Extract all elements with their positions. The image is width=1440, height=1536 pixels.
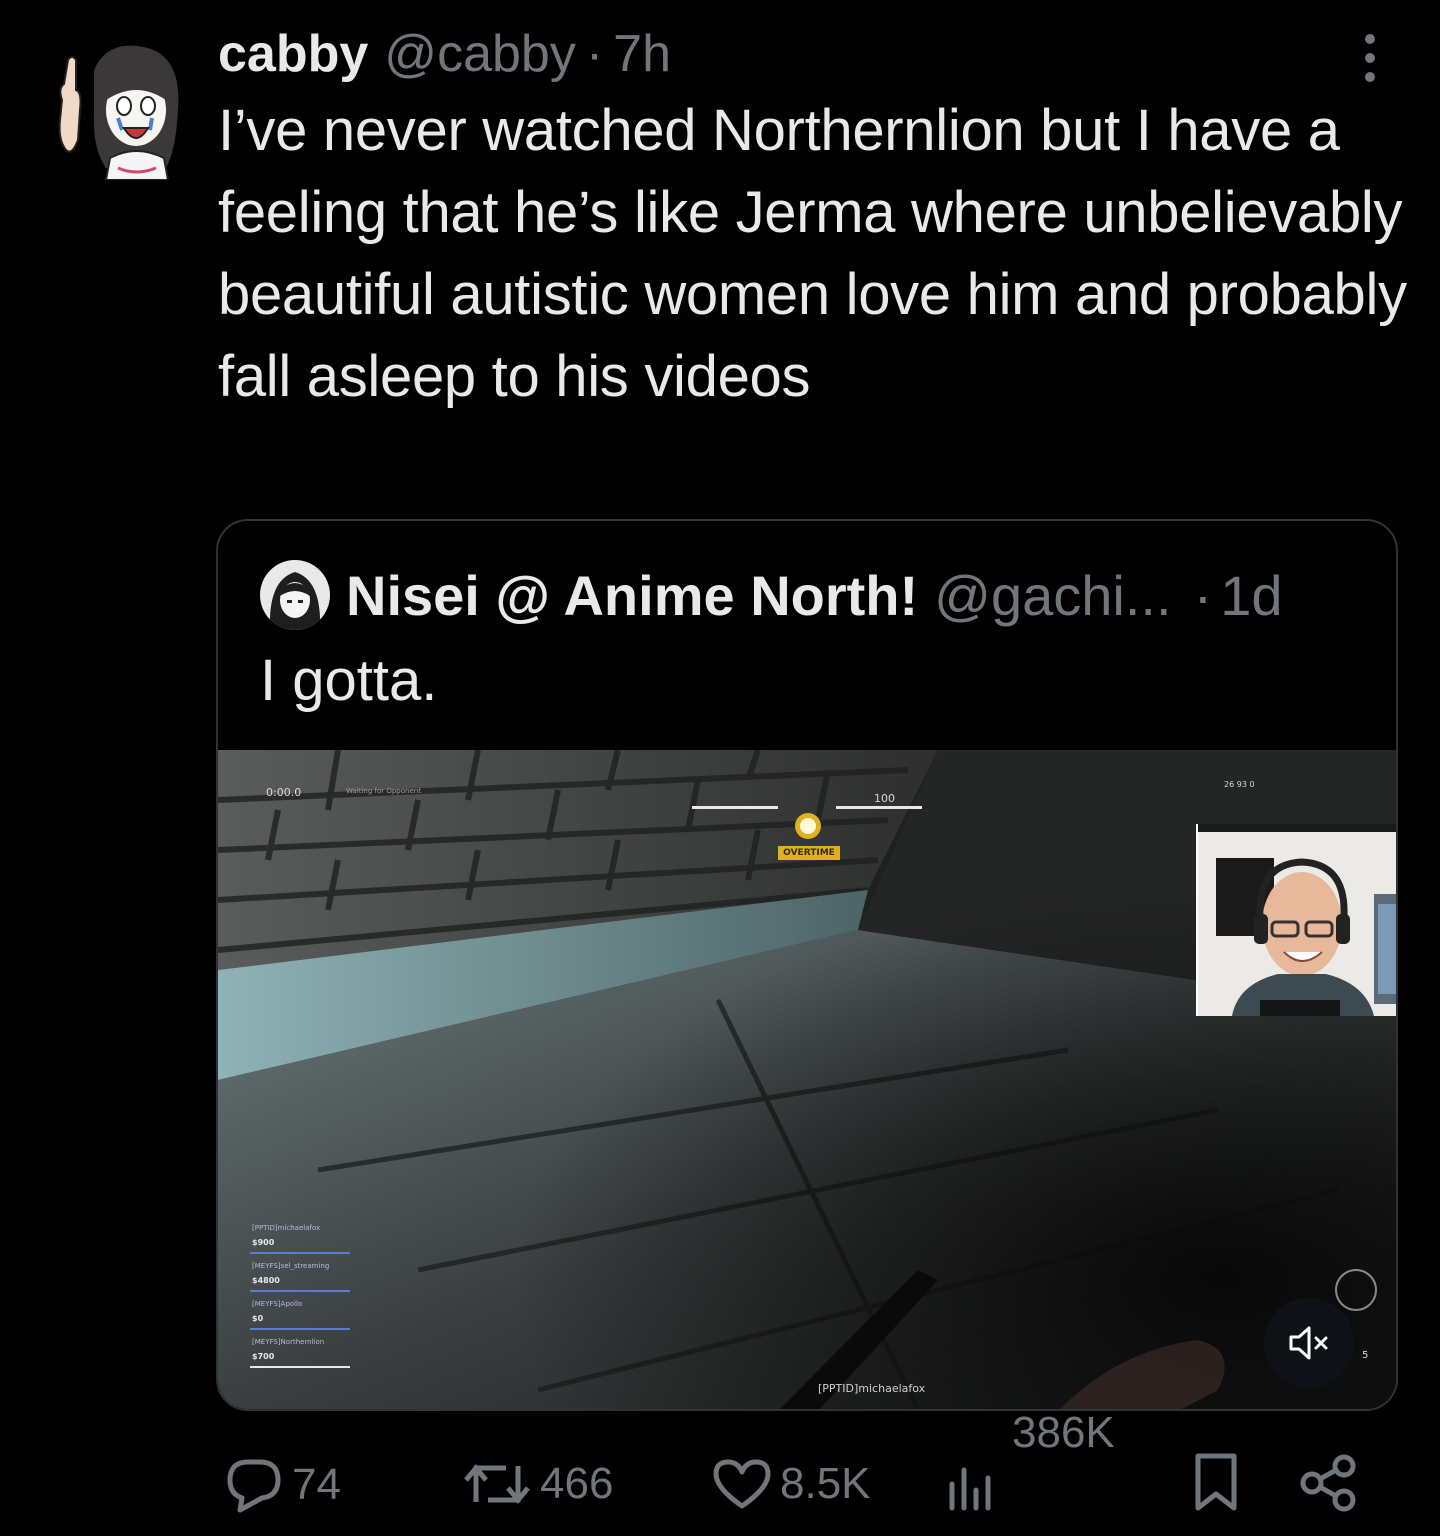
- team-scoreboard: [PPTID]michaelafox $900 [MEYFS]sel_strea…: [240, 1222, 400, 1374]
- video-player[interactable]: 0:00.0 Waiting for Opponent 100 OVERTIME…: [218, 750, 1396, 1409]
- separator-dot: ·: [585, 25, 604, 83]
- quote-author-name[interactable]: Nisei @ Anime North!: [346, 563, 918, 628]
- tweet-time[interactable]: 7h: [613, 22, 671, 86]
- reply-bubble-icon: [227, 1459, 281, 1513]
- repost-button[interactable]: 466: [462, 1456, 613, 1512]
- share-button[interactable]: [1298, 1452, 1360, 1514]
- more-vertical-icon: [1365, 34, 1375, 44]
- author-handle[interactable]: @cabby: [384, 22, 576, 86]
- quote-time[interactable]: 1d: [1220, 563, 1282, 628]
- mute-toggle-button[interactable]: [1264, 1298, 1354, 1388]
- tweet[interactable]: cabby @cabby · 7h I’ve never watched Nor…: [0, 0, 1440, 1536]
- bar-chart-icon: [949, 1467, 991, 1511]
- scoreboard-row: [MEYFS]Northernlion $700: [240, 1336, 400, 1374]
- reply-count: 74: [292, 1460, 341, 1509]
- scoreboard-row: [MEYFS]Apollo $0: [240, 1298, 400, 1336]
- hud-ammo: 5: [1362, 1350, 1369, 1361]
- player-tag: [PPTID]michaelafox: [818, 1382, 926, 1395]
- webcam-overlay: [1196, 824, 1396, 1016]
- quote-text: I gotta.: [260, 648, 438, 713]
- quote-author-avatar[interactable]: [260, 560, 330, 630]
- tweet-text: I’ve never watched Northernlion but I ha…: [218, 98, 1407, 409]
- like-count: 8.5K: [780, 1459, 871, 1508]
- scoreboard-row: [PPTID]michaelafox $900: [240, 1222, 400, 1260]
- hud-health: 100: [874, 792, 895, 805]
- hud-top-right-stats: 26 93 0: [1224, 780, 1255, 789]
- scoreboard-row: [MEYFS]sel_streaming $4800: [240, 1260, 400, 1298]
- repost-count: 466: [540, 1459, 614, 1508]
- more-options-button[interactable]: [1346, 30, 1394, 86]
- overtime-badge: OVERTIME: [778, 846, 840, 860]
- views-button[interactable]: [944, 1456, 1000, 1512]
- bookmark-icon: [1195, 1453, 1237, 1511]
- repost-arrows-icon: [464, 1464, 530, 1504]
- hud-status: Waiting for Opponent: [346, 787, 421, 795]
- speaker-muted-icon: [1289, 1326, 1328, 1360]
- quote-separator-dot: ·: [1193, 563, 1213, 627]
- author-avatar[interactable]: [48, 40, 188, 181]
- reply-button[interactable]: 74: [224, 1456, 341, 1514]
- bookmark-button[interactable]: [1190, 1450, 1242, 1514]
- tweet-header: cabby @cabby · 7h: [218, 22, 671, 86]
- tweet-actions: 74 466 8.5K: [0, 1410, 1440, 1536]
- streamer-webcam: [1198, 824, 1396, 1016]
- heart-icon: [713, 1459, 771, 1509]
- quoted-tweet[interactable]: Nisei @ Anime North! @gachi... · 1d I go…: [216, 519, 1398, 1411]
- quote-avatar-illustration: [260, 560, 330, 630]
- quote-author-handle[interactable]: @gachi...: [934, 563, 1171, 628]
- avatar-illustration: [58, 45, 179, 181]
- author-name[interactable]: cabby: [218, 22, 368, 86]
- quote-header: Nisei @ Anime North! @gachi... · 1d: [260, 557, 1283, 633]
- hud-timer: 0:00.0: [266, 786, 302, 799]
- share-icon: [1300, 1454, 1356, 1512]
- like-button[interactable]: 8.5K: [712, 1456, 871, 1512]
